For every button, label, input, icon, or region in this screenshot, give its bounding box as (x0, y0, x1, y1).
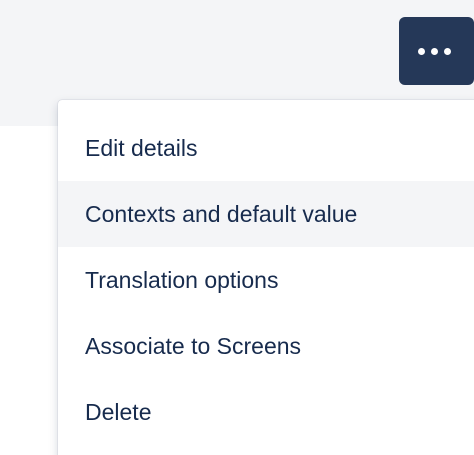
menu-item-delete[interactable]: Delete (58, 379, 474, 445)
menu-item-translation-options[interactable]: Translation options (58, 247, 474, 313)
more-actions-button[interactable] (399, 17, 474, 85)
dropdown-menu: Edit details Contexts and default value … (58, 100, 474, 455)
menu-item-associate-to-screens[interactable]: Associate to Screens (58, 313, 474, 379)
menu-item-label: Associate to Screens (85, 332, 302, 359)
menu-item-label: Delete (85, 398, 152, 425)
menu-item-label: Contexts and default value (85, 200, 358, 227)
menu-item-contexts-default-value[interactable]: Contexts and default value (58, 181, 474, 247)
more-horizontal-icon (418, 47, 451, 55)
menu-item-edit-details[interactable]: Edit details (58, 115, 474, 181)
page: Edit details Contexts and default value … (0, 0, 474, 455)
menu-item-label: Translation options (85, 266, 279, 293)
menu-item-label: Edit details (85, 134, 198, 161)
